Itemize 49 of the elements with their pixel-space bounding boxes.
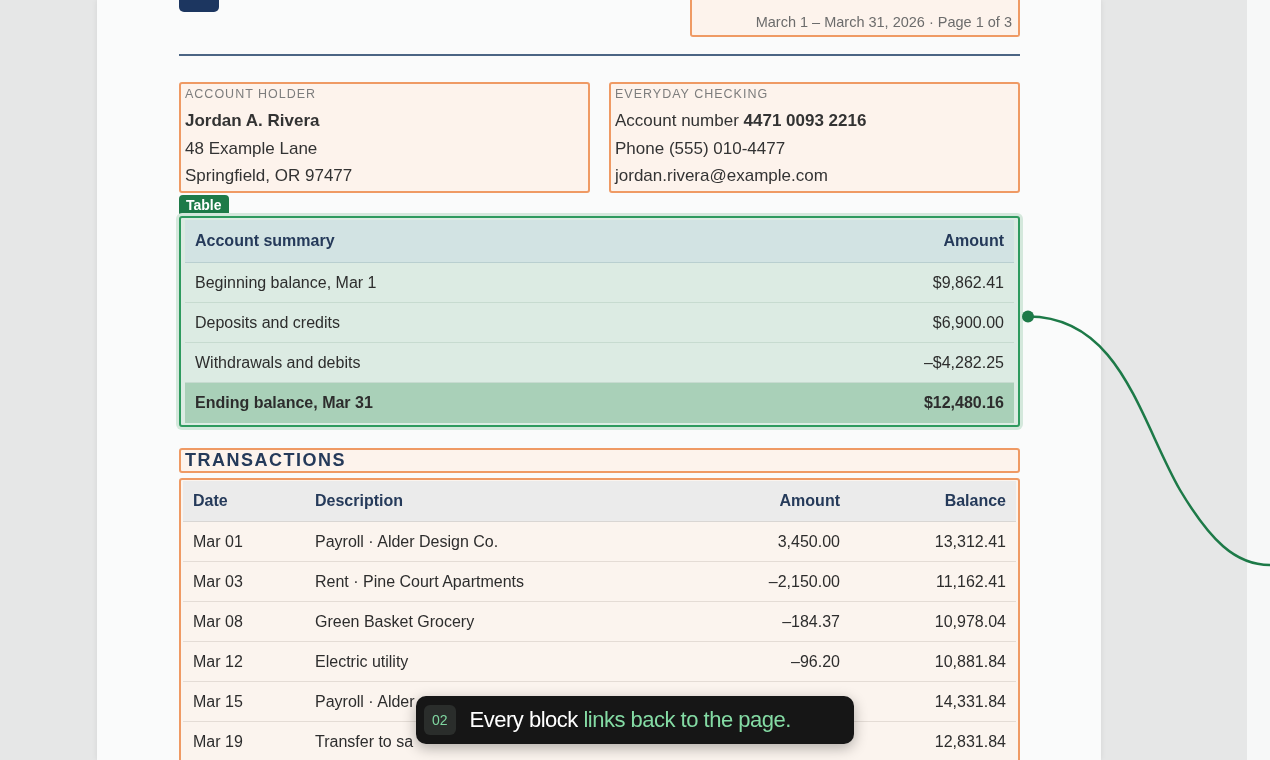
table-cell-text: $9,862.41	[931, 273, 1004, 292]
table-cell-text: Mar 15	[193, 692, 244, 711]
section-heading: TRANSACTIONS	[185, 450, 346, 471]
contact-line: Phone (555) 010-4477	[615, 137, 787, 160]
table-cell-text: –2,150.00	[767, 572, 840, 591]
address-line: Springfield, OR 97477	[185, 165, 354, 187]
table-cell-text: Payroll · Alder Design Co.	[315, 532, 500, 551]
logo	[179, 0, 219, 12]
table-cell-text: Transfer to sa	[315, 732, 415, 751]
table-cell-text: Mar 03	[193, 572, 244, 591]
account-number: Account number 4471 0093 2216	[615, 110, 868, 132]
table-cell-text: Ending balance, Mar 31	[195, 393, 374, 412]
column-header: Amount	[778, 492, 840, 510]
table-cell-text: 10,978.04	[933, 612, 1006, 631]
column-header: Balance	[943, 492, 1006, 510]
section-label: EVERYDAY CHECKING	[615, 87, 770, 101]
table-cell-text: Mar 08	[193, 612, 244, 631]
table-cell-text: –96.20	[790, 652, 840, 671]
table-cell-text: 12,831.84	[933, 732, 1006, 751]
table-cell-text: 3,450.00	[776, 532, 840, 551]
statement-period: March 1 – March 31, 2026 · Page 1 of 3	[755, 14, 1012, 30]
contact-line: jordan.rivera@example.com	[615, 165, 829, 187]
table-cell-text: Mar 19	[193, 732, 244, 751]
table-cell-text: Electric utility	[315, 652, 410, 671]
table-cell-text: Mar 12	[193, 652, 244, 671]
column-header: Amount	[942, 232, 1004, 250]
table-cell-text: Withdrawals and debits	[195, 353, 362, 372]
table-cell-text: 11,162.41	[935, 572, 1006, 591]
column-header: Description	[315, 492, 404, 510]
column-header: Date	[193, 492, 229, 510]
step-badge: 02	[424, 705, 456, 735]
holder-name: Jordan A. Rivera	[185, 110, 321, 132]
table-cell-text: Rent · Pine Court Apartments	[315, 572, 525, 591]
table-cell-text: 10,881.84	[933, 652, 1006, 671]
table-cell-text: 13,312.41	[933, 532, 1006, 551]
table-cell-text: –184.37	[781, 612, 840, 631]
table-cell-text: Deposits and credits	[195, 313, 341, 332]
table-cell-text: $6,900.00	[931, 313, 1004, 332]
caption-text: Every block links back to the page.	[469, 707, 791, 733]
column-header: Account summary	[195, 232, 336, 250]
table-cell-text: 14,331.84	[933, 692, 1006, 711]
table-cell-text: Green Basket Grocery	[315, 612, 476, 631]
table-cell-text: Beginning balance, Mar 1	[195, 273, 378, 292]
table-cell-text: Payroll · Alder	[315, 692, 416, 711]
table-cell-text: –$4,282.25	[922, 353, 1004, 372]
table-cell-text: Mar 01	[193, 532, 244, 551]
section-label: ACCOUNT HOLDER	[185, 87, 318, 101]
address-line: 48 Example Lane	[185, 137, 319, 160]
table-cell-text: $12,480.16	[922, 393, 1004, 412]
